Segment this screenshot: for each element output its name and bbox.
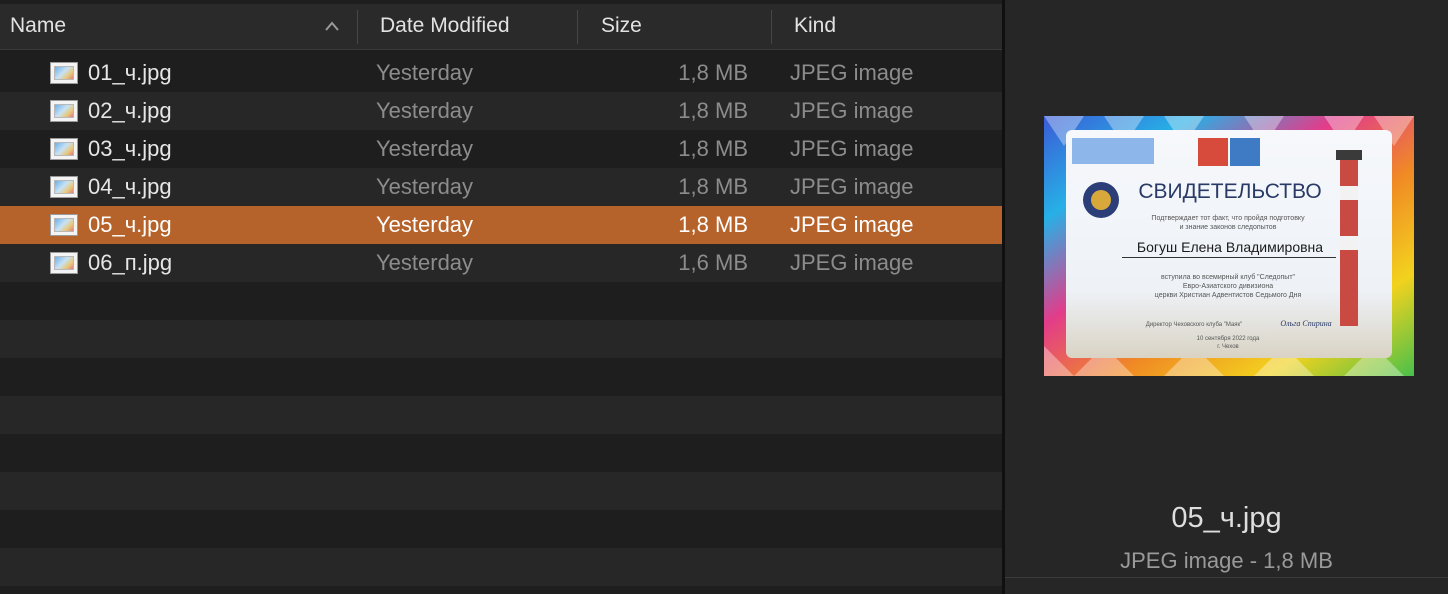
file-name: 04_ч.jpg bbox=[88, 174, 172, 199]
file-row[interactable]: 05_ч.jpg Yesterday 1,8 MB JPEG image bbox=[0, 206, 1002, 244]
preview-divider bbox=[1005, 577, 1448, 578]
file-size: 1,8 MB bbox=[678, 136, 748, 161]
empty-row bbox=[0, 510, 1002, 548]
empty-row bbox=[0, 320, 1002, 358]
column-size-header[interactable]: Size bbox=[601, 4, 642, 50]
file-row[interactable]: 06_п.jpg Yesterday 1,6 MB JPEG image bbox=[0, 244, 1002, 282]
jpeg-file-icon bbox=[50, 100, 78, 122]
preview-file-info: JPEG image - 1,8 MB bbox=[1120, 548, 1333, 573]
jpeg-file-icon bbox=[50, 252, 78, 274]
file-row[interactable]: 04_ч.jpg Yesterday 1,8 MB JPEG image bbox=[0, 168, 1002, 206]
file-name: 05_ч.jpg bbox=[88, 212, 172, 237]
file-name: 06_п.jpg bbox=[88, 250, 173, 275]
file-date-modified: Yesterday bbox=[376, 98, 474, 123]
file-date-modified: Yesterday bbox=[376, 212, 474, 237]
certificate-text-line: церкви Христиан Адвентистов Седьмого Дня bbox=[1155, 292, 1302, 299]
preview-filename: 05_ч.jpg bbox=[1171, 502, 1282, 534]
empty-row bbox=[0, 282, 1002, 320]
file-size: 1,8 MB bbox=[678, 174, 748, 199]
column-divider[interactable] bbox=[771, 10, 772, 44]
certificate-text-line: и знание законов следопытов bbox=[1180, 224, 1277, 231]
empty-row bbox=[0, 548, 1002, 586]
file-name: 01_ч.jpg bbox=[88, 60, 172, 85]
file-date-modified: Yesterday bbox=[376, 136, 474, 161]
file-kind: JPEG image bbox=[790, 136, 914, 161]
jpeg-file-icon bbox=[50, 138, 78, 160]
column-divider[interactable] bbox=[357, 10, 358, 44]
file-row[interactable]: 02_ч.jpg Yesterday 1,8 MB JPEG image bbox=[0, 92, 1002, 130]
preview-pane: СВИДЕТЕЛЬСТВО Подтверждает тот факт, что… bbox=[1005, 0, 1448, 594]
file-size: 1,8 MB bbox=[678, 98, 748, 123]
certificate-text-line: Евро-Азиатского дивизиона bbox=[1183, 283, 1273, 290]
file-date-modified: Yesterday bbox=[376, 250, 474, 275]
image-preview-thumbnail[interactable]: СВИДЕТЕЛЬСТВО Подтверждает тот факт, что… bbox=[1044, 116, 1414, 376]
file-list-pane: Name Date Modified Size Kind 01_ч.jpg Yes… bbox=[0, 0, 1002, 594]
certificate-director: Директор Чеховского клуба "Маяк" bbox=[1146, 322, 1243, 328]
certificate-recipient: Богуш Елена Владимировна bbox=[1137, 239, 1323, 255]
certificate-image: СВИДЕТЕЛЬСТВО Подтверждает тот факт, что… bbox=[1044, 116, 1414, 376]
sort-ascending-chevron-icon[interactable] bbox=[324, 20, 340, 32]
file-size: 1,6 MB bbox=[678, 250, 748, 275]
file-name: 02_ч.jpg bbox=[88, 98, 172, 123]
jpeg-file-icon bbox=[50, 62, 78, 84]
file-kind: JPEG image bbox=[790, 98, 914, 123]
column-name-header[interactable]: Name bbox=[10, 4, 66, 50]
file-kind: JPEG image bbox=[790, 60, 914, 85]
file-size: 1,8 MB bbox=[678, 212, 748, 237]
certificate-title: СВИДЕТЕЛЬСТВО bbox=[1138, 180, 1321, 203]
file-kind: JPEG image bbox=[790, 174, 914, 199]
certificate-text-line: Подтверждает тот факт, что пройдя подгот… bbox=[1151, 214, 1305, 222]
file-name: 03_ч.jpg bbox=[88, 136, 172, 161]
column-date-modified-header[interactable]: Date Modified bbox=[380, 4, 510, 50]
empty-row bbox=[0, 358, 1002, 396]
certificate-date: 10 сентября 2022 года bbox=[1197, 336, 1260, 342]
certificate-signature: Ольга Спирина bbox=[1280, 319, 1331, 328]
column-divider[interactable] bbox=[577, 10, 578, 44]
file-kind: JPEG image bbox=[790, 250, 914, 275]
empty-row bbox=[0, 472, 1002, 510]
jpeg-file-icon bbox=[50, 176, 78, 198]
file-date-modified: Yesterday bbox=[376, 174, 474, 199]
certificate-text-line: вступила во всемирный клуб "Следопыт" bbox=[1161, 273, 1296, 281]
file-size: 1,8 MB bbox=[678, 60, 748, 85]
empty-row bbox=[0, 396, 1002, 434]
file-row[interactable]: 03_ч.jpg Yesterday 1,8 MB JPEG image bbox=[0, 130, 1002, 168]
column-header: Name Date Modified Size Kind bbox=[0, 4, 1002, 50]
file-date-modified: Yesterday bbox=[376, 60, 474, 85]
certificate-city: г. Чехов bbox=[1217, 344, 1238, 350]
empty-row bbox=[0, 434, 1002, 472]
jpeg-file-icon bbox=[50, 214, 78, 236]
file-kind: JPEG image bbox=[790, 212, 914, 237]
file-row[interactable]: 01_ч.jpg Yesterday 1,8 MB JPEG image bbox=[0, 54, 1002, 92]
column-kind-header[interactable]: Kind bbox=[794, 4, 836, 50]
